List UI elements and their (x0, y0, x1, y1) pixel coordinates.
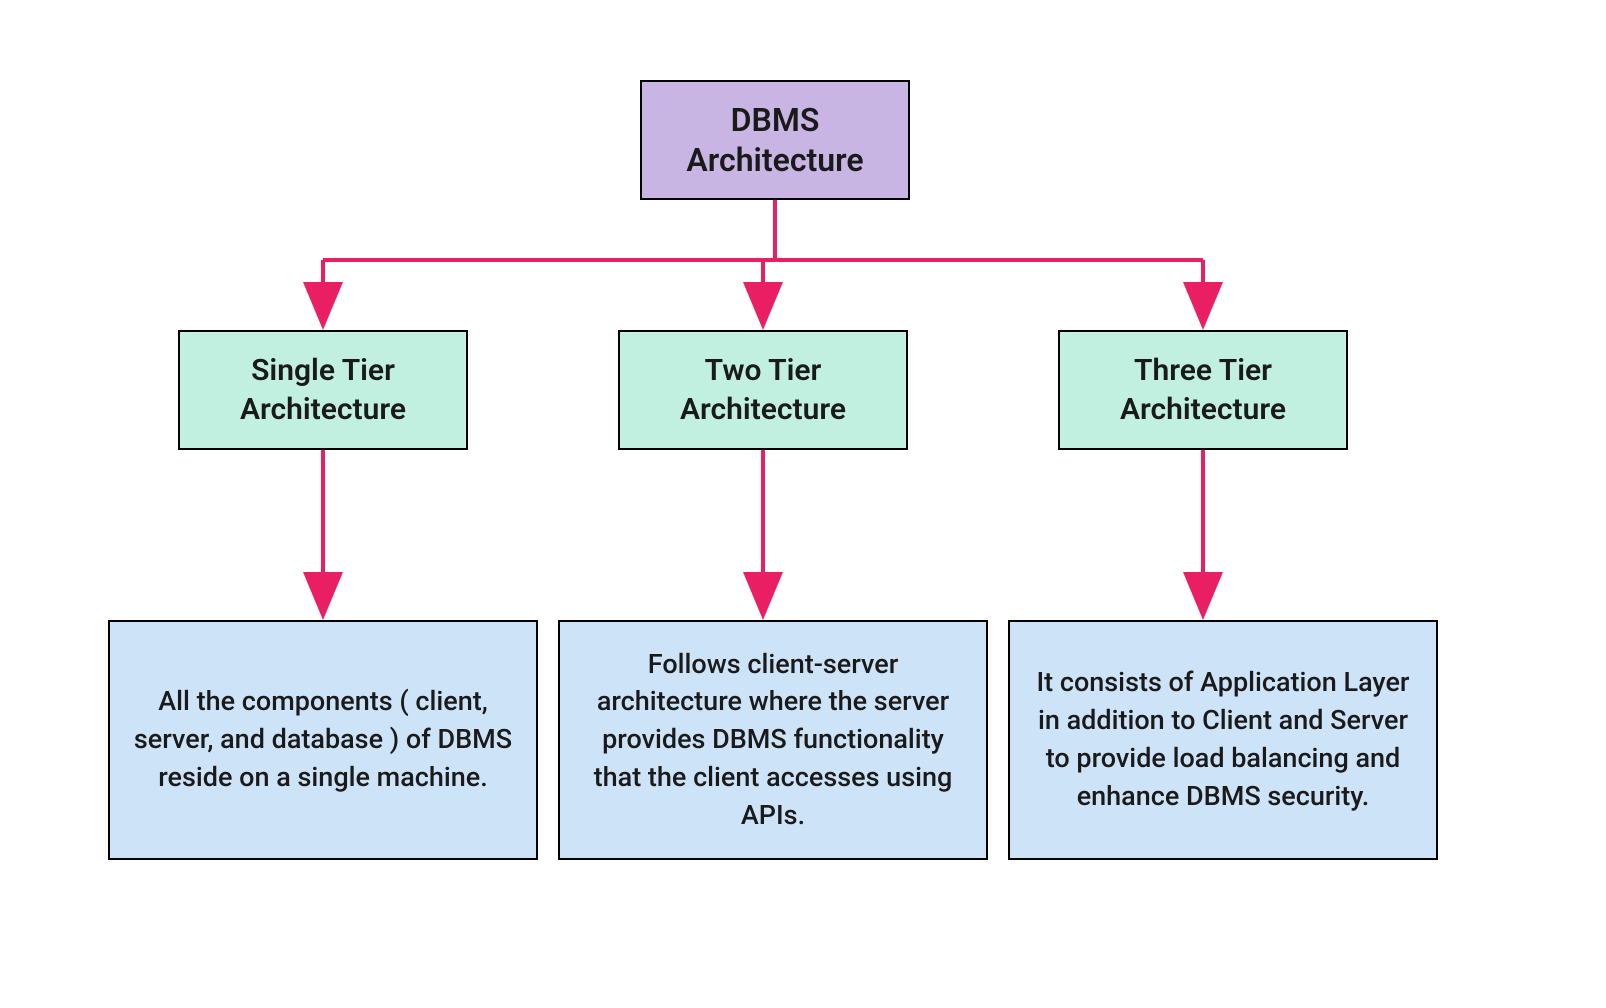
tier-title: Single Tier Architecture (180, 351, 466, 429)
tier-title: Three Tier Architecture (1060, 351, 1346, 429)
tier-node-three: Three Tier Architecture (1058, 330, 1348, 450)
desc-text: It consists of Application Layer in addi… (1030, 664, 1416, 815)
desc-text: All the components ( client, server, and… (130, 683, 516, 796)
dbms-architecture-diagram: DBMS Architecture Single Tier Architectu… (0, 0, 1606, 1008)
desc-node-three: It consists of Application Layer in addi… (1008, 620, 1438, 860)
desc-node-two: Follows client-server architecture where… (558, 620, 988, 860)
desc-node-single: All the components ( client, server, and… (108, 620, 538, 860)
desc-text: Follows client-server architecture where… (580, 646, 966, 835)
tier-title: Two Tier Architecture (620, 351, 906, 429)
root-node: DBMS Architecture (640, 80, 910, 200)
root-title: DBMS Architecture (642, 100, 908, 180)
tier-node-single: Single Tier Architecture (178, 330, 468, 450)
tier-node-two: Two Tier Architecture (618, 330, 908, 450)
